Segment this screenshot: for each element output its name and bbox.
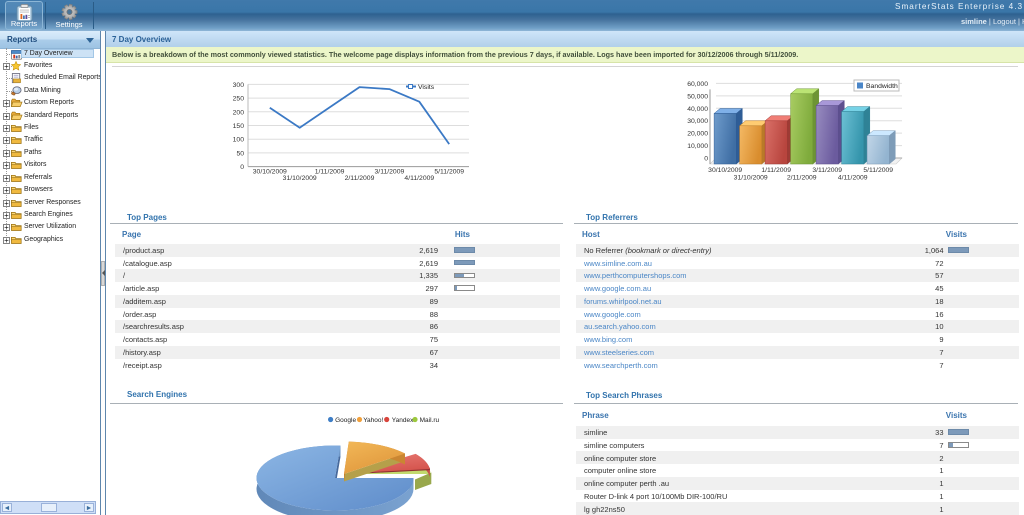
svg-text:100: 100 [233,137,245,144]
svg-text:5/11/2009: 5/11/2009 [434,169,464,176]
svg-text:Google: Google [335,417,356,424]
svg-text:Yahoo!: Yahoo! [363,417,383,424]
svg-text:3/11/2009: 3/11/2009 [375,169,405,176]
svg-text:0: 0 [704,156,708,163]
svg-text:Mail.ru: Mail.ru [420,417,440,424]
svg-text:4/11/2009: 4/11/2009 [404,175,434,182]
svg-text:10,000: 10,000 [687,143,708,150]
svg-text:1/11/2009: 1/11/2009 [761,167,791,174]
svg-text:Yandex: Yandex [392,417,414,424]
svg-text:200: 200 [233,109,245,116]
svg-text:5/11/2009: 5/11/2009 [863,167,893,174]
svg-text:31/10/2009: 31/10/2009 [283,175,317,182]
svg-text:150: 150 [233,123,245,130]
svg-text:Bandwidth: Bandwidth [866,83,898,90]
svg-text:Visits: Visits [418,84,435,91]
svg-text:50,000: 50,000 [687,93,708,100]
svg-text:1/11/2009: 1/11/2009 [315,169,345,176]
svg-text:4/11/2009: 4/11/2009 [838,175,868,182]
svg-text:20,000: 20,000 [687,131,708,138]
svg-text:31/10/2009: 31/10/2009 [734,175,768,182]
svg-text:250: 250 [233,96,245,103]
svg-text:40,000: 40,000 [687,106,708,113]
svg-text:2/11/2009: 2/11/2009 [345,175,375,182]
svg-text:30,000: 30,000 [687,118,708,125]
svg-text:60,000: 60,000 [687,81,708,88]
svg-text:0: 0 [240,164,244,171]
svg-text:2/11/2009: 2/11/2009 [787,175,817,182]
svg-text:30/10/2009: 30/10/2009 [708,167,742,174]
svg-text:300: 300 [233,82,245,89]
svg-text:50: 50 [236,150,244,157]
svg-text:3/11/2009: 3/11/2009 [812,167,842,174]
